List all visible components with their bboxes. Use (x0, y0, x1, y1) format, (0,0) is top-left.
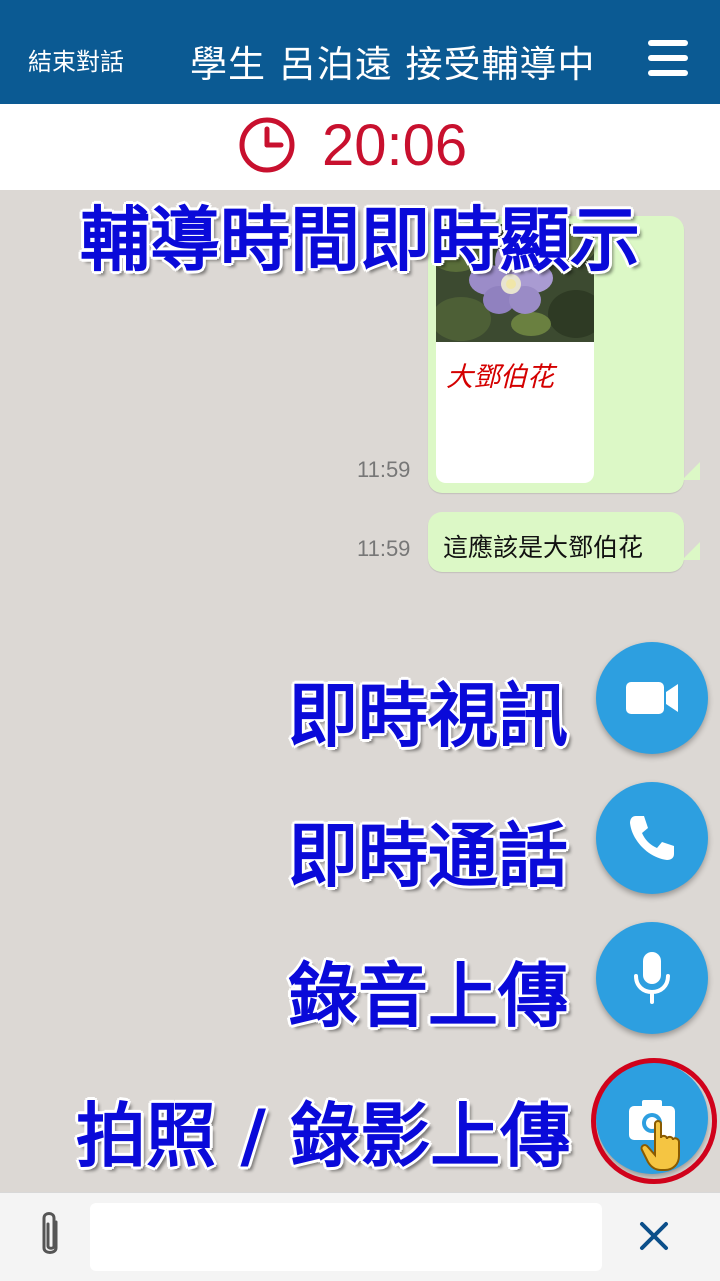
message-time: 11:59 (357, 536, 411, 561)
bubble-tail (682, 462, 700, 480)
image-caption: 大鄧伯花 (446, 362, 554, 393)
paperclip-icon[interactable] (30, 1208, 70, 1264)
annotation-voice-call: 即時通話 (288, 815, 568, 897)
phone-icon (630, 816, 674, 860)
hamburger-menu-icon[interactable] (648, 40, 688, 76)
audio-upload-button[interactable] (596, 922, 708, 1034)
annotation-video-call: 即時視訊 (288, 675, 568, 757)
annotation-audio-upload: 錄音上傳 (288, 955, 568, 1037)
clock-icon (239, 117, 295, 173)
voice-call-button[interactable] (596, 782, 708, 894)
annotation-timer: 輔導時間即時顯示 (80, 199, 640, 281)
video-call-button[interactable] (596, 642, 708, 754)
video-camera-icon (626, 682, 678, 714)
message-text: 這應該是大鄧伯花 (443, 533, 644, 562)
top-bar: 結束對話 學生 呂泊遠 接受輔導中 (0, 0, 720, 104)
bubble-tail (682, 542, 700, 560)
page-title: 學生 呂泊遠 接受輔導中 (190, 43, 596, 86)
close-icon[interactable] (634, 1216, 674, 1256)
session-timer: 20:06 (322, 113, 468, 178)
annotation-photo-upload: 拍照 / 錄影上傳 (76, 1095, 571, 1177)
message-input[interactable] (90, 1203, 602, 1271)
end-chat-button[interactable]: 結束對話 (28, 42, 124, 77)
message-time: 11:59 (357, 457, 411, 482)
microphone-icon (634, 952, 670, 1004)
highlight-ring (591, 1058, 717, 1184)
